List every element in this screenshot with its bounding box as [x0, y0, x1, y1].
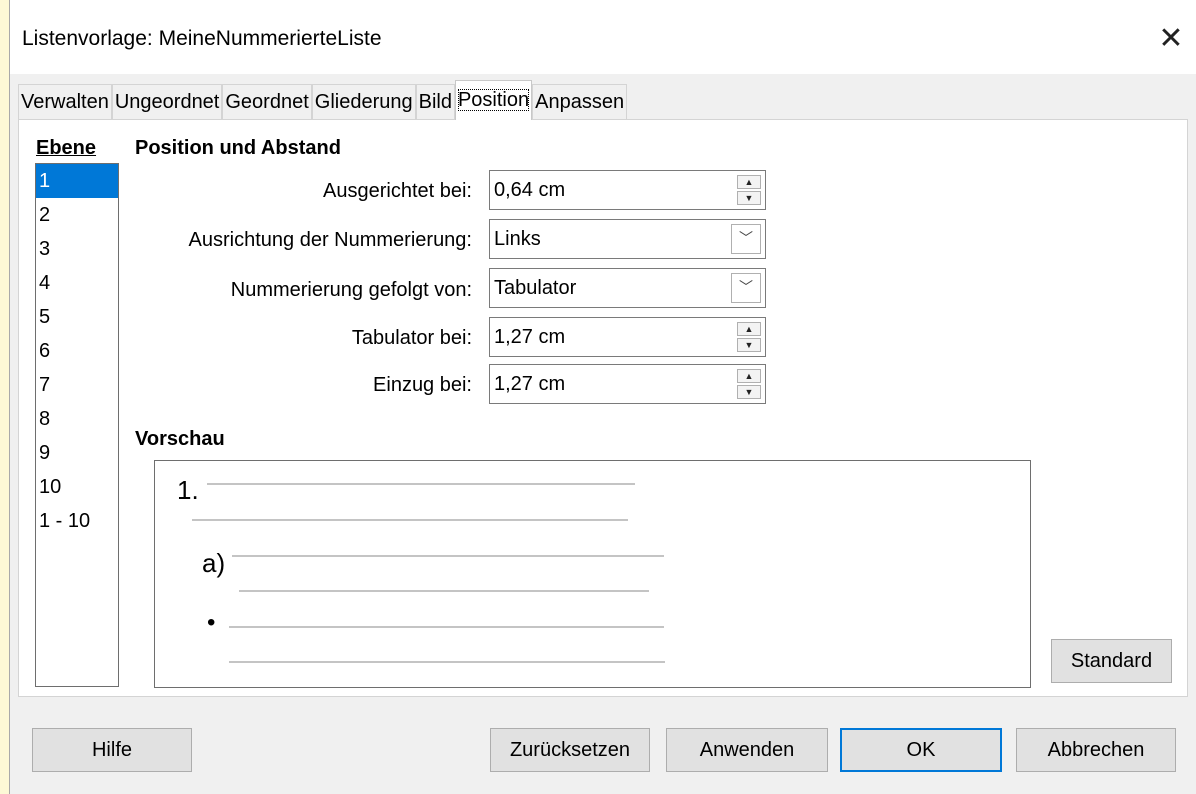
aligned-at-label: Ausgerichtet bei: [323, 180, 472, 202]
preview-line [192, 519, 628, 521]
tab-stop-at-spinner: ▲ ▼ [737, 322, 761, 352]
numbering-alignment-value: Links [494, 228, 541, 250]
preview-level2-marker: a) [202, 548, 226, 578]
list-style-dialog: Listenvorlage: MeineNummerierteListe ✕ V… [9, 0, 1196, 794]
ok-button[interactable]: OK [840, 728, 1002, 772]
level-item-1-10[interactable]: 1 - 10 [36, 504, 118, 538]
preview-level3-marker: • [207, 609, 216, 636]
preview-line [239, 590, 649, 592]
numbering-followed-by-value: Tabulator [494, 277, 577, 299]
indent-at-label: Einzug bei: [373, 374, 472, 396]
aligned-at-spinfield[interactable]: 0,64 cm ▲ ▼ [489, 170, 766, 210]
tab-anpassen[interactable]: Anpassen [532, 84, 628, 120]
position-heading: Position und Abstand [135, 137, 341, 159]
standard-button[interactable]: Standard [1051, 639, 1172, 683]
preview-box: 1. a) • [154, 460, 1031, 688]
preview-line [232, 555, 664, 557]
numbering-alignment-label: Ausrichtung der Nummerierung: [188, 229, 472, 251]
level-item-8[interactable]: 8 [36, 402, 118, 436]
preview-line [229, 661, 665, 663]
preview-line [207, 483, 635, 485]
spin-down-icon[interactable]: ▼ [737, 385, 761, 399]
apply-button[interactable]: Anwenden [666, 728, 828, 772]
level-item-9[interactable]: 9 [36, 436, 118, 470]
tab-bild[interactable]: Bild [415, 84, 455, 120]
preview-line [229, 626, 664, 628]
numbering-alignment-dropdown[interactable]: Links ﹀ [489, 219, 766, 259]
indent-at-spinfield[interactable]: 1,27 cm ▲ ▼ [489, 364, 766, 404]
aligned-at-spinner: ▲ ▼ [737, 175, 761, 205]
help-button[interactable]: Hilfe [32, 728, 192, 772]
level-label: Ebene [36, 137, 97, 159]
close-icon[interactable]: ✕ [1146, 14, 1196, 64]
spin-down-icon[interactable]: ▼ [737, 338, 761, 352]
tab-position[interactable]: Position [454, 80, 533, 120]
tab-verwalten[interactable]: Verwalten [18, 84, 112, 120]
chevron-down-icon[interactable]: ﹀ [731, 224, 761, 254]
numbering-followed-by-label: Nummerierung gefolgt von: [230, 279, 472, 301]
indent-at-spinner: ▲ ▼ [737, 369, 761, 399]
title-bar: Listenvorlage: MeineNummerierteListe ✕ [10, 0, 1196, 74]
cancel-button[interactable]: Abbrechen [1016, 728, 1176, 772]
spin-up-icon[interactable]: ▲ [737, 175, 761, 189]
tab-stop-at-label: Tabulator bei: [351, 327, 472, 349]
level-item-10[interactable]: 10 [36, 470, 118, 504]
tab-stop-at-spinfield[interactable]: 1,27 cm ▲ ▼ [489, 317, 766, 357]
indent-at-value: 1,27 cm [494, 373, 566, 395]
preview-heading: Vorschau [135, 428, 225, 450]
aligned-at-value: 0,64 cm [494, 179, 566, 201]
tab-gliederung[interactable]: Gliederung [311, 84, 416, 120]
spin-up-icon[interactable]: ▲ [737, 322, 761, 336]
level-item-2[interactable]: 2 [36, 198, 118, 232]
numbering-followed-by-dropdown[interactable]: Tabulator ﹀ [489, 268, 766, 308]
reset-button[interactable]: Zurücksetzen [490, 728, 650, 772]
chevron-down-icon[interactable]: ﹀ [731, 273, 761, 303]
spin-down-icon[interactable]: ▼ [737, 191, 761, 205]
tab-ungeordnet[interactable]: Ungeordnet [111, 84, 223, 120]
spin-up-icon[interactable]: ▲ [737, 369, 761, 383]
preview-level1-marker: 1. [177, 475, 199, 505]
tab-bar: Verwalten Ungeordnet Geordnet Gliederung… [18, 80, 628, 120]
tab-stop-at-value: 1,27 cm [494, 326, 566, 348]
tab-geordnet[interactable]: Geordnet [222, 84, 312, 120]
dialog-title: Listenvorlage: MeineNummerierteListe [22, 27, 382, 50]
